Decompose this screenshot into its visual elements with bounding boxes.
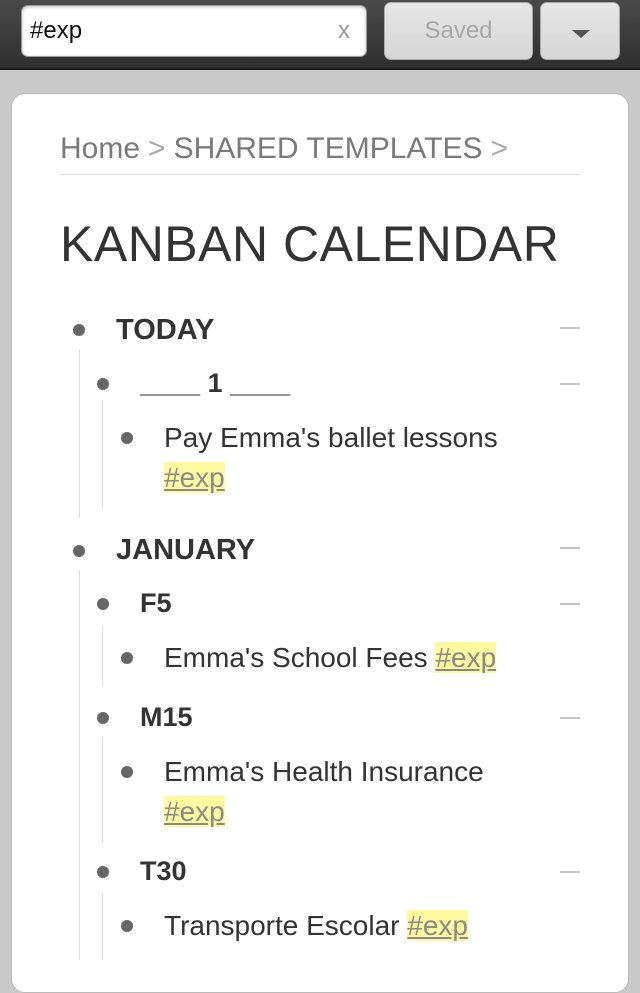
outline-item-today-1[interactable]: ____ 1 ____ <box>140 366 290 400</box>
outline-item-school-fees[interactable]: Emma's School Fees #exp <box>164 638 497 678</box>
outline-bullet[interactable] <box>121 432 133 444</box>
collapse-toggle-icon[interactable] <box>560 603 580 605</box>
tag-exp[interactable]: #exp <box>164 792 225 832</box>
outline-guide-line <box>79 350 80 518</box>
outline-guide-line <box>102 893 103 960</box>
breadcrumb-separator: > <box>148 132 166 165</box>
collapse-toggle-icon[interactable] <box>560 547 580 549</box>
tag-exp-label[interactable]: #exp <box>435 642 497 673</box>
outline-item-today[interactable]: TODAY <box>116 312 214 348</box>
collapse-toggle-icon[interactable] <box>560 717 580 719</box>
outline-guide-line <box>102 625 103 687</box>
outline-bullet[interactable] <box>121 766 133 778</box>
breadcrumb-home[interactable]: Home <box>60 132 140 165</box>
collapse-toggle-icon[interactable] <box>560 327 580 329</box>
outline-bullet[interactable] <box>121 652 133 664</box>
outline-item-f5[interactable]: F5 <box>140 586 172 620</box>
clear-search-icon[interactable]: x <box>338 18 350 44</box>
chevron-down-icon <box>572 30 590 38</box>
menu-dropdown-button[interactable] <box>540 2 620 60</box>
tag-exp-label[interactable]: #exp <box>164 462 225 493</box>
top-toolbar: x Saved <box>0 0 640 70</box>
outline-item-health-insurance[interactable]: Emma's Health Insurance <box>164 752 484 792</box>
outline-bullet[interactable] <box>73 324 85 336</box>
outline-item-m15[interactable]: M15 <box>140 700 193 734</box>
outline-bullet[interactable] <box>121 920 133 932</box>
outline-bullet[interactable] <box>97 378 109 390</box>
outline-bullet[interactable] <box>97 866 109 878</box>
search-input[interactable] <box>30 12 320 50</box>
outline-item-ballet[interactable]: Pay Emma's ballet lessons <box>164 418 498 458</box>
outline-item-t30[interactable]: T30 <box>140 854 187 888</box>
tag-exp-label[interactable]: #exp <box>407 910 468 941</box>
outline-guide-line <box>79 570 80 960</box>
collapse-toggle-icon[interactable] <box>560 871 580 873</box>
collapse-toggle-icon[interactable] <box>560 383 580 385</box>
breadcrumb-separator: > <box>490 132 509 165</box>
breadcrumb: Home > SHARED TEMPLATES > <box>60 130 580 168</box>
tag-exp[interactable]: #exp <box>164 458 225 498</box>
tag-exp-label[interactable]: #exp <box>164 796 225 827</box>
saved-button[interactable]: Saved <box>384 2 533 60</box>
breadcrumb-shared-templates[interactable]: SHARED TEMPLATES <box>174 132 483 165</box>
breadcrumb-divider <box>60 174 580 175</box>
item-text: Emma's School Fees <box>164 642 428 673</box>
search-box[interactable]: x <box>21 5 367 57</box>
item-text: Transporte Escolar <box>164 910 400 941</box>
outline-bullet[interactable] <box>73 545 85 557</box>
outline-item-transporte[interactable]: Transporte Escolar #exp <box>164 906 468 946</box>
outline-guide-line <box>102 400 103 508</box>
outline-guide-line <box>102 738 103 842</box>
page-title: KANBAN CALENDAR <box>60 216 560 272</box>
outline-bullet[interactable] <box>97 598 109 610</box>
outline-item-january[interactable]: JANUARY <box>116 532 255 568</box>
outline-bullet[interactable] <box>97 712 109 724</box>
